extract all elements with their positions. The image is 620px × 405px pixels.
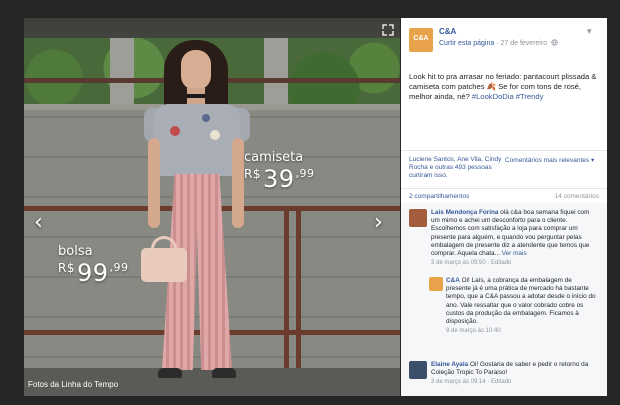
comment-author[interactable]: C&A <box>446 277 460 284</box>
comment-author[interactable]: Elaine Ayala <box>431 361 468 368</box>
price-cents: ,99 <box>295 167 315 180</box>
divider <box>401 188 607 189</box>
model-shoe <box>212 368 236 378</box>
next-photo-arrow[interactable]: › <box>374 210 383 235</box>
comment-body: C&A Oi! Laís, a cobrança da embalagem de… <box>446 277 596 335</box>
chevron-down-icon[interactable]: ▾ <box>587 26 592 37</box>
comment-text: Oi! Laís, a cobrança da embalagem de pre… <box>446 277 596 326</box>
comment-meta[interactable]: 9 de março às 10:40 <box>446 327 596 335</box>
price-tag-name: camiseta <box>244 150 304 165</box>
price-tag-price: R$39,99 <box>244 165 315 193</box>
shares-count[interactable]: 2 compartilhamentos <box>409 193 469 200</box>
post-meta: Curtir esta página · 27 de fevereiro <box>439 39 558 47</box>
globe-icon <box>551 39 558 46</box>
post-hashtags[interactable]: #LookDoDia #Trendy <box>472 92 543 101</box>
commenter-avatar[interactable] <box>409 209 427 227</box>
tshirt-patch <box>170 126 180 136</box>
price-currency: R$ <box>58 261 75 275</box>
reactions-summary[interactable]: Luciene Santos, Ane Vila, Cindy Rocha e … <box>409 156 505 180</box>
model-face <box>181 50 211 90</box>
handbag <box>141 248 187 282</box>
comments-count: 14 comentários <box>554 193 599 200</box>
like-page-link[interactable]: Curtir esta página <box>439 40 494 47</box>
post-date[interactable]: 27 de fevereiro <box>501 40 548 47</box>
tshirt-patch <box>210 130 220 140</box>
price-tag-name: bolsa <box>58 244 93 259</box>
comment-author[interactable]: Lais Mendonça Forina <box>431 209 498 216</box>
price-whole: 39 <box>262 165 295 193</box>
album-caption[interactable]: Fotos da Linha do Tempo <box>28 380 118 389</box>
fullscreen-icon[interactable] <box>382 24 394 36</box>
price-currency: R$ <box>244 167 261 181</box>
model-arm <box>148 138 160 228</box>
reply-avatar[interactable] <box>429 277 443 291</box>
page-logo-text: C&A <box>413 35 429 42</box>
model-tshirt <box>154 104 240 176</box>
photo-railing-post <box>284 206 289 376</box>
page-avatar[interactable]: C&A <box>409 28 433 52</box>
photo-railing-post <box>296 206 301 376</box>
post-photo[interactable]: camiseta R$39,99 bolsa R$99,99 ‹ › Fotos… <box>24 18 400 396</box>
commenter-avatar[interactable] <box>409 361 427 379</box>
see-more-link[interactable]: Ver mais <box>502 250 527 257</box>
comment-meta[interactable]: 3 de março às 09:50 · Editado <box>431 259 599 267</box>
price-tag-camiseta: camiseta R$39,99 <box>244 150 315 193</box>
model-shoe <box>158 368 182 378</box>
comment-meta[interactable]: 3 de março às 09:14 · Editado <box>431 378 599 386</box>
comments-list: Lais Mendonça Forina olá c&a boa semana … <box>401 203 607 396</box>
price-tag-bolsa: bolsa R$99,99 <box>58 244 129 287</box>
price-whole: 99 <box>76 259 109 287</box>
post-text: Look hit to pra arrasar no feriado: pant… <box>409 72 601 102</box>
comment-body: Elaine Ayala Oi! Gostaria de saber e ped… <box>431 361 599 387</box>
comment-body: Lais Mendonça Forina olá c&a boa semana … <box>431 209 599 267</box>
post-sidebar: C&A C&A Curtir esta página · 27 de fever… <box>401 18 607 396</box>
price-cents: ,99 <box>109 261 129 274</box>
page-name-link[interactable]: C&A <box>439 27 456 36</box>
divider <box>401 150 607 151</box>
previous-photo-arrow[interactable]: ‹ <box>34 210 43 235</box>
tshirt-patch <box>202 114 210 122</box>
comment-sort-dropdown[interactable]: Comentários mais relevantes ▾ <box>505 156 594 164</box>
price-tag-price: R$99,99 <box>58 259 129 287</box>
model-choker <box>186 94 206 98</box>
model-arm <box>232 138 244 228</box>
